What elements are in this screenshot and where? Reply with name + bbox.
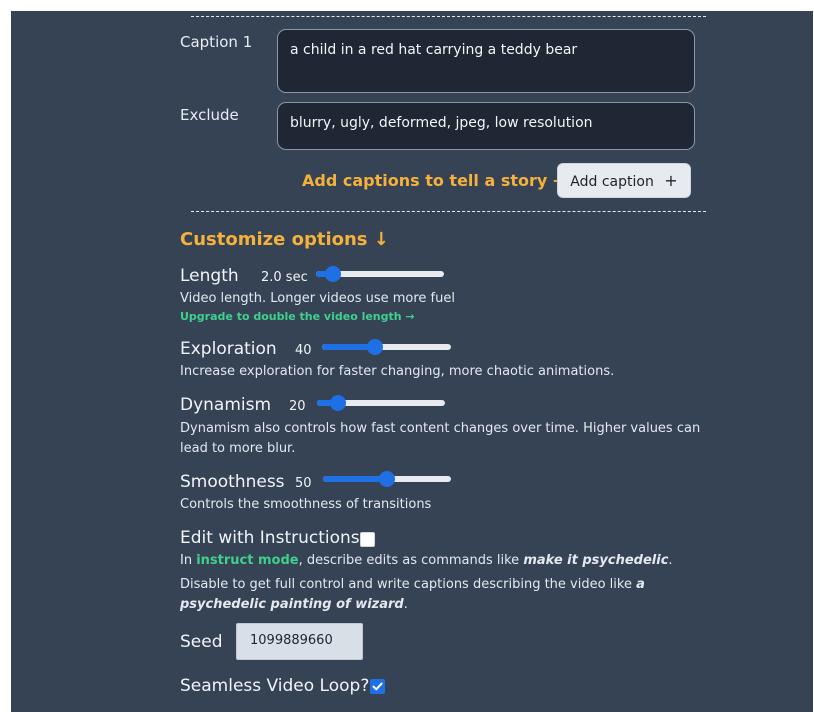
options-panel: Caption 1 a child in a red hat carrying … (11, 11, 813, 712)
instructions-line2-em: a (636, 577, 645, 592)
smoothness-slider[interactable] (323, 471, 451, 487)
exploration-label: Exploration (180, 339, 277, 359)
instructions-line1-mid: , describe edits as commands like (298, 553, 524, 568)
slider-thumb[interactable] (367, 339, 384, 355)
checkmark-icon (372, 682, 383, 691)
smoothness-label: Smoothness (180, 472, 285, 492)
loop-checkbox[interactable] (370, 679, 385, 694)
instructions-line1-end: . (668, 553, 673, 568)
upgrade-link[interactable]: Upgrade to double the video length → (180, 310, 415, 323)
add-caption-button[interactable]: Add caption + (557, 163, 691, 198)
add-caption-label: Add caption (570, 174, 654, 190)
slider-thumb[interactable] (379, 471, 395, 487)
divider-top (191, 16, 706, 17)
length-slider[interactable] (316, 266, 444, 282)
dynamism-label: Dynamism (180, 395, 272, 415)
instructions-line2-text: Disable to get full control and write ca… (180, 577, 637, 592)
plus-icon: + (664, 171, 678, 190)
instructions-line2: Disable to get full control and write ca… (180, 575, 645, 595)
smoothness-value: 50 (295, 476, 312, 491)
seed-label: Seed (180, 632, 223, 652)
instruct-mode-link[interactable]: instruct mode (196, 553, 298, 568)
exclude-label: Exclude (180, 106, 239, 124)
instructions-checkbox[interactable] (360, 532, 375, 547)
instructions-line3: psychedelic painting of wizard. (180, 595, 408, 615)
loop-label: Seamless Video Loop? (180, 676, 370, 696)
instructions-line1: In instruct mode, describe edits as comm… (180, 551, 673, 571)
dynamism-description-line2: lead to more blur. (180, 441, 296, 456)
caption-1-input[interactable]: a child in a red hat carrying a teddy be… (277, 29, 695, 93)
exploration-slider[interactable] (322, 339, 451, 355)
exploration-value: 40 (295, 343, 312, 358)
instructions-line1-prefix: In (180, 553, 197, 568)
smoothness-description: Controls the smoothness of transitions (180, 497, 432, 512)
slider-thumb[interactable] (324, 266, 341, 282)
dynamism-slider[interactable] (317, 395, 445, 411)
length-value: 2.0 sec (261, 270, 308, 285)
slider-thumb[interactable] (330, 395, 347, 411)
dynamism-value: 20 (289, 399, 306, 414)
caption-1-label: Caption 1 (180, 33, 253, 51)
slider-fill (323, 476, 387, 482)
length-label: Length (180, 266, 239, 286)
length-description: Video length. Longer videos use more fue… (180, 291, 455, 306)
divider-middle (191, 211, 706, 212)
instructions-line3-em: psychedelic painting of wizard (180, 597, 404, 612)
seed-input[interactable]: 1099889660 (236, 623, 363, 660)
dynamism-description-line1: Dynamism also controls how fast content … (180, 421, 701, 436)
instructions-line3-end: . (403, 597, 408, 612)
add-story-hint: Add captions to tell a story → (302, 171, 567, 190)
exploration-description: Increase exploration for faster changing… (180, 364, 615, 379)
instructions-example: make it psychedelic (523, 553, 669, 568)
customize-heading: Customize options ↓ (180, 229, 389, 250)
instructions-label: Edit with Instructions (180, 528, 360, 548)
exclude-input[interactable]: blurry, ugly, deformed, jpeg, low resolu… (277, 102, 695, 150)
